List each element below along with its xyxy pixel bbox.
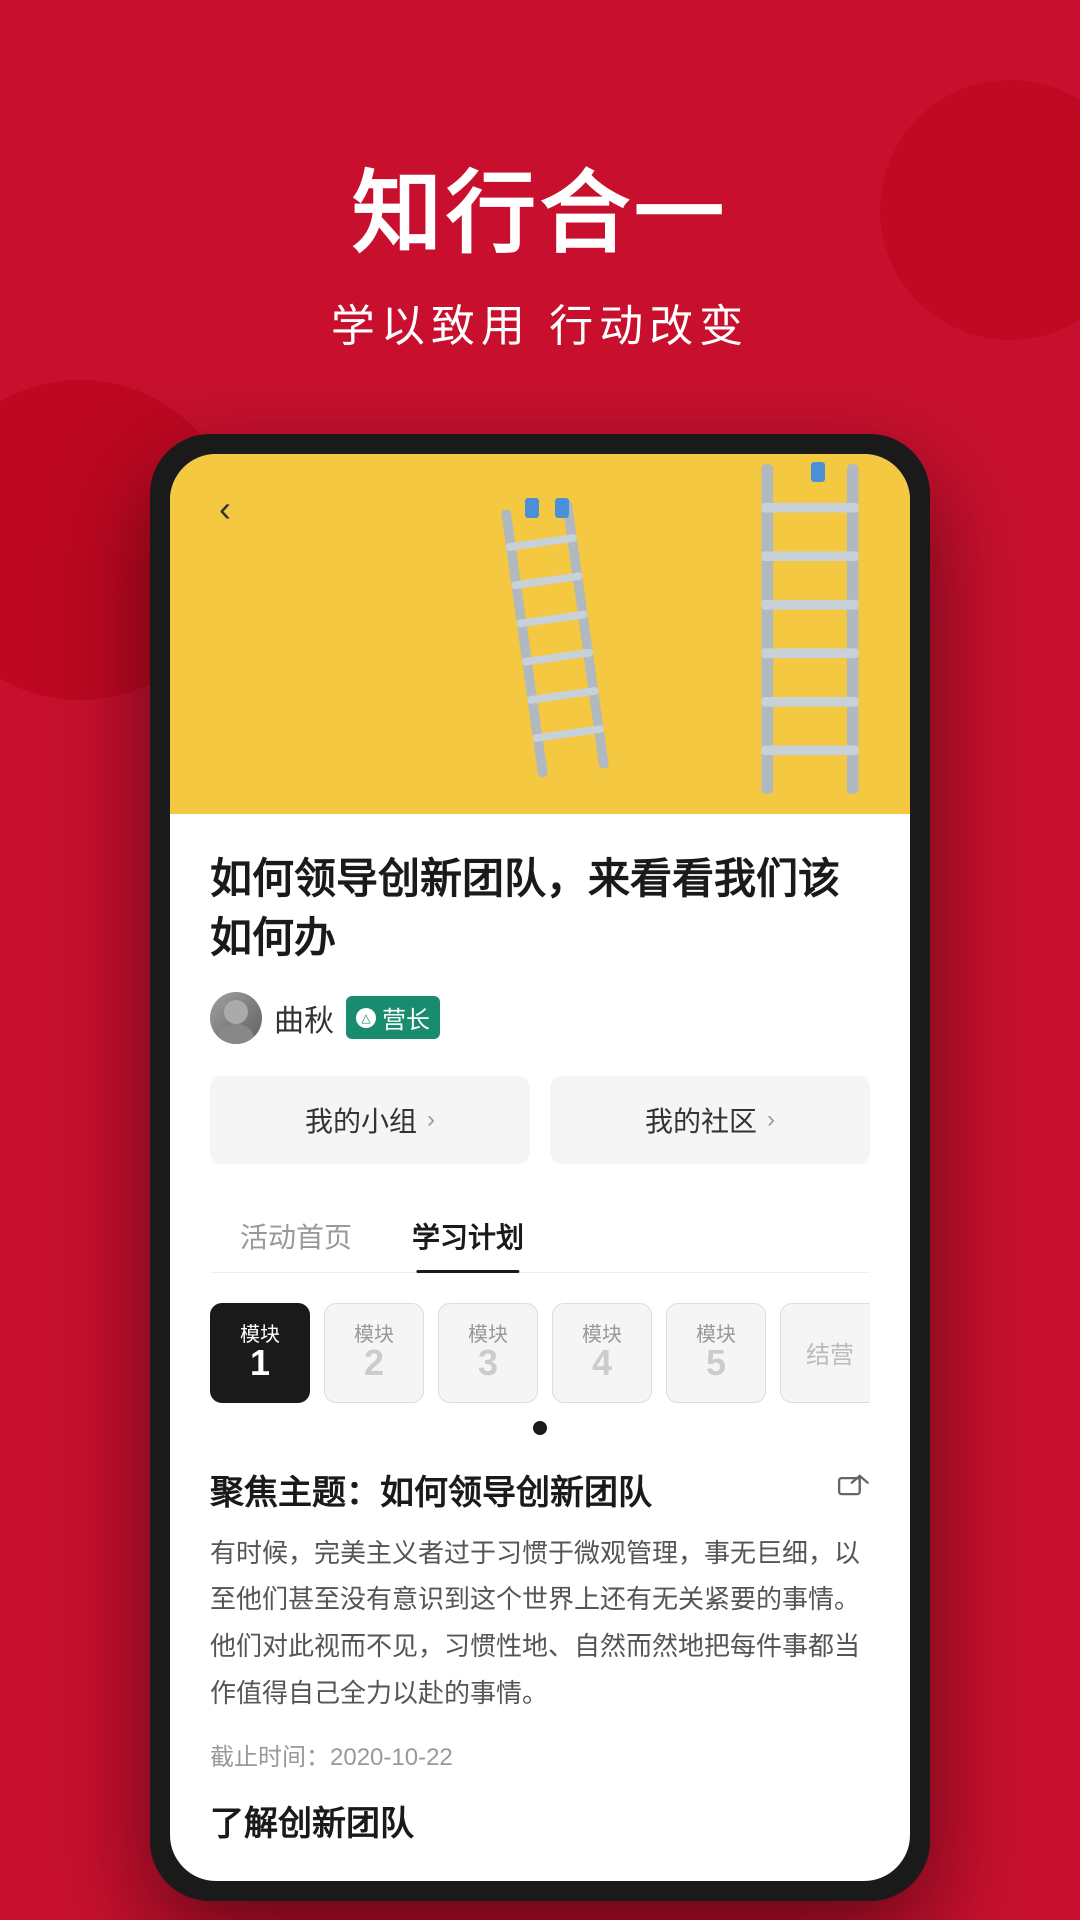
module-tabs: 模块 1 模块 2 模块 3 模块 4 bbox=[210, 1303, 870, 1407]
paint-mark-3 bbox=[811, 462, 825, 482]
progress-dots bbox=[210, 1421, 870, 1435]
ladder-right-icon bbox=[750, 464, 870, 794]
header-section: 知行合一 学以致用 行动改变 bbox=[0, 0, 1080, 434]
article-image: ‹ bbox=[170, 454, 910, 814]
article-content: 如何领导创新团队，来看看我们该如何办 曲秋 △ bbox=[170, 814, 910, 1881]
badge-icon: △ bbox=[356, 1008, 376, 1028]
share-icon[interactable] bbox=[838, 1469, 870, 1509]
author-name: 曲秋 bbox=[274, 996, 334, 1040]
my-group-arrow-icon: › bbox=[427, 1106, 435, 1134]
module-tab-1[interactable]: 模块 1 bbox=[210, 1303, 310, 1403]
back-button[interactable]: ‹ bbox=[200, 484, 250, 534]
my-community-arrow-icon: › bbox=[767, 1106, 775, 1134]
tabs-row: 活动首页 学习计划 bbox=[210, 1200, 870, 1273]
module-3-number: 3 bbox=[478, 1345, 498, 1381]
my-community-button[interactable]: 我的社区 › bbox=[550, 1076, 870, 1164]
phone-screen: ‹ bbox=[170, 454, 910, 1881]
tab-study-plan[interactable]: 学习计划 bbox=[382, 1200, 554, 1272]
phone-container: ‹ bbox=[0, 434, 1080, 1901]
my-group-button[interactable]: 我的小组 › bbox=[210, 1076, 530, 1164]
module-tab-2[interactable]: 模块 2 bbox=[324, 1303, 424, 1403]
ladder-left-icon bbox=[492, 499, 619, 779]
phone-mockup: ‹ bbox=[150, 434, 930, 1901]
progress-dot-active bbox=[533, 1421, 547, 1435]
tab-activity-home-label: 活动首页 bbox=[240, 1222, 352, 1253]
module-end-label: 结营 bbox=[806, 1335, 854, 1370]
deadline-text: 截止时间：2020-10-22 bbox=[210, 1737, 870, 1772]
module-tab-4[interactable]: 模块 4 bbox=[552, 1303, 652, 1403]
my-community-label: 我的社区 bbox=[645, 1100, 757, 1140]
module-tab-end[interactable]: 结营 bbox=[780, 1303, 870, 1403]
author-badge: △ 营长 bbox=[346, 996, 440, 1039]
paint-mark-1 bbox=[555, 498, 569, 518]
avatar-image bbox=[210, 992, 262, 1044]
sub-section-title: 了解创新团队 bbox=[210, 1796, 870, 1845]
section-title: 聚焦主题：如何领导创新团队 bbox=[210, 1465, 652, 1514]
paint-mark-2 bbox=[525, 498, 539, 518]
author-row: 曲秋 △ 营长 bbox=[210, 992, 870, 1044]
module-5-number: 5 bbox=[706, 1345, 726, 1381]
tab-study-plan-label: 学习计划 bbox=[412, 1222, 524, 1253]
header-subtitle: 学以致用 行动改变 bbox=[0, 290, 1080, 354]
module-2-number: 2 bbox=[364, 1345, 384, 1381]
tab-activity-home[interactable]: 活动首页 bbox=[210, 1200, 382, 1272]
article-title: 如何领导创新团队，来看看我们该如何办 bbox=[210, 850, 870, 968]
section-title-row: 聚焦主题：如何领导创新团队 bbox=[210, 1465, 870, 1514]
section-body: 有时候，完美主义者过于习惯于微观管理，事无巨细，以至他们甚至没有意识到这个世界上… bbox=[210, 1530, 870, 1717]
nav-buttons: 我的小组 › 我的社区 › bbox=[210, 1076, 870, 1164]
module-4-number: 4 bbox=[592, 1345, 612, 1381]
back-arrow-icon: ‹ bbox=[219, 488, 231, 530]
module-tab-3[interactable]: 模块 3 bbox=[438, 1303, 538, 1403]
badge-text: 营长 bbox=[382, 1000, 430, 1035]
avatar bbox=[210, 992, 262, 1044]
module-1-number: 1 bbox=[250, 1345, 270, 1381]
my-group-label: 我的小组 bbox=[305, 1100, 417, 1140]
header-title: 知行合一 bbox=[0, 140, 1080, 270]
module-tab-5[interactable]: 模块 5 bbox=[666, 1303, 766, 1403]
